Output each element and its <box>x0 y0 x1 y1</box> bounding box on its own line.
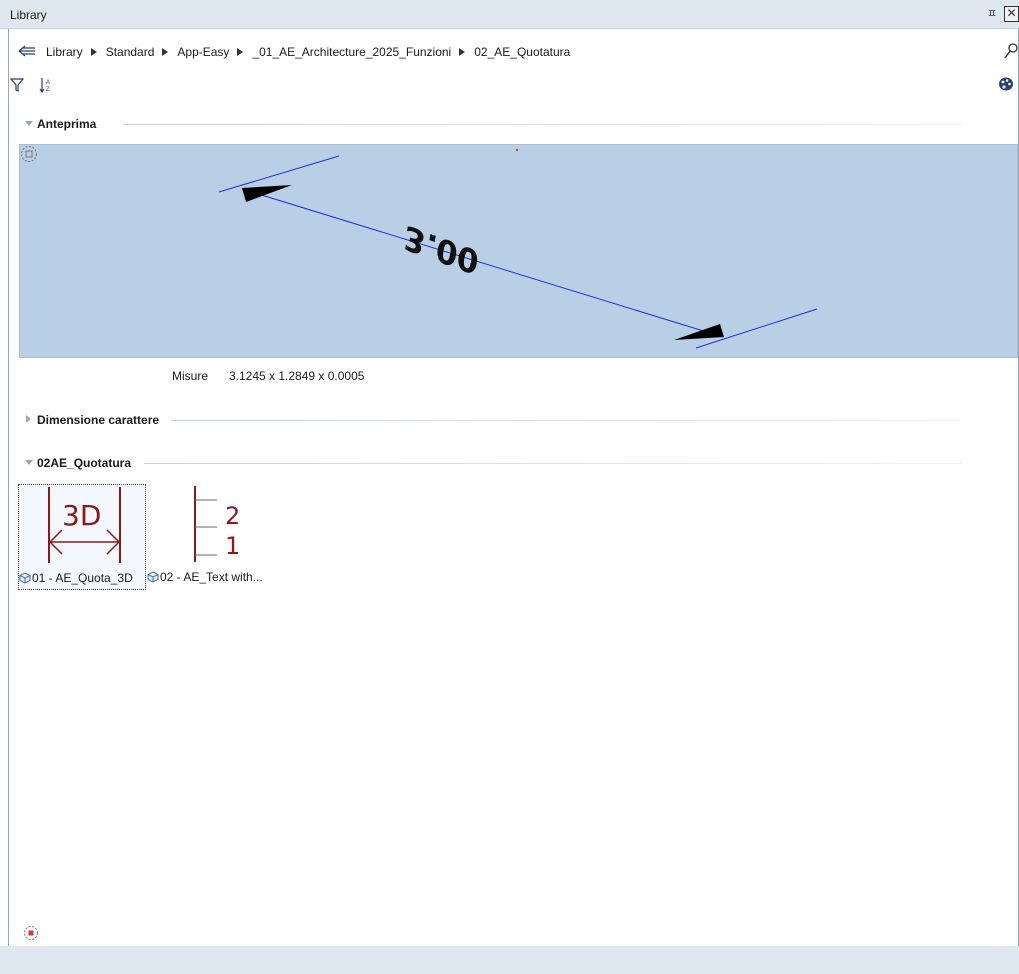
measure-label: Misure <box>172 369 209 383</box>
breadcrumb-separator-icon <box>459 48 466 56</box>
left-panel-edge <box>0 29 9 946</box>
breadcrumb-standard[interactable]: Standard <box>106 45 155 59</box>
window-title: Library <box>10 8 47 22</box>
breadcrumb-separator-icon <box>162 48 169 56</box>
breadcrumb-app-easy[interactable]: App-Easy <box>177 45 229 59</box>
close-icon[interactable]: ✕ <box>1004 6 1019 22</box>
section-divider <box>171 420 961 421</box>
section-divider <box>123 124 963 125</box>
dimension-text: 3.00 <box>398 218 485 281</box>
filter-icon[interactable] <box>10 78 24 92</box>
section-divider <box>144 463 962 464</box>
title-bar: Library ㅍ ✕ <box>0 0 1019 29</box>
pin-icon[interactable]: ㅍ <box>986 7 998 21</box>
view-settings-icon[interactable] <box>23 925 39 941</box>
section-folder-title: 02AE_Quotatura <box>37 456 132 470</box>
breadcrumb-separator-icon <box>237 48 244 56</box>
breadcrumb-quotatura[interactable]: 02_AE_Quotatura <box>474 45 570 59</box>
breadcrumb-library[interactable]: Library <box>46 45 83 59</box>
search-icon[interactable] <box>1004 43 1018 59</box>
section-char-size-title: Dimensione carattere <box>37 413 160 427</box>
expand-icon[interactable] <box>26 415 31 423</box>
breadcrumb-architecture[interactable]: _01_AE_Architecture_2025_Funzioni <box>252 45 451 59</box>
toolbar: A Z <box>10 75 1018 97</box>
text-with-thumbnail: 2 1 <box>194 486 240 562</box>
breadcrumb-separator-icon <box>90 48 97 56</box>
svg-text:A: A <box>46 80 50 86</box>
collapse-icon[interactable] <box>25 460 33 465</box>
library-item-label: 02 - AE_Text with... <box>160 570 263 584</box>
section-preview-title: Anteprima <box>37 117 97 131</box>
dimension-preview-drawing: 3.00 <box>218 148 818 349</box>
breadcrumb: Library Standard App-Easy _01_AE_Archite… <box>46 45 570 59</box>
back-arrow-icon[interactable] <box>18 44 36 58</box>
library-item-quota-3d[interactable]: 3D 01 - AE_Quota_3D <box>18 484 146 590</box>
svg-text:Z: Z <box>46 87 50 93</box>
quota-3d-thumb-text: 3D <box>62 499 101 532</box>
library-item-text-with[interactable]: 2 1 02 - AE_Text with... <box>147 484 275 590</box>
library-item-label: 01 - AE_Quota_3D <box>32 571 133 585</box>
status-bar <box>0 946 1019 974</box>
text-with-thumb-top: 2 <box>225 502 240 530</box>
view-cube-icon[interactable] <box>20 145 38 163</box>
quota-3d-thumbnail: 3D <box>48 487 121 563</box>
palette-icon[interactable] <box>998 76 1014 92</box>
cube-icon <box>147 571 159 583</box>
collapse-icon[interactable] <box>25 121 33 126</box>
measure-value: 3.1245 x 1.2849 x 0.0005 <box>229 369 365 383</box>
sort-az-icon[interactable]: A Z <box>39 77 53 93</box>
preview-canvas[interactable]: 3.00 <box>19 144 1018 358</box>
text-with-thumb-bottom: 1 <box>225 532 240 560</box>
breadcrumb-bar: Library Standard App-Easy _01_AE_Archite… <box>10 38 1018 64</box>
cube-icon <box>19 572 31 584</box>
